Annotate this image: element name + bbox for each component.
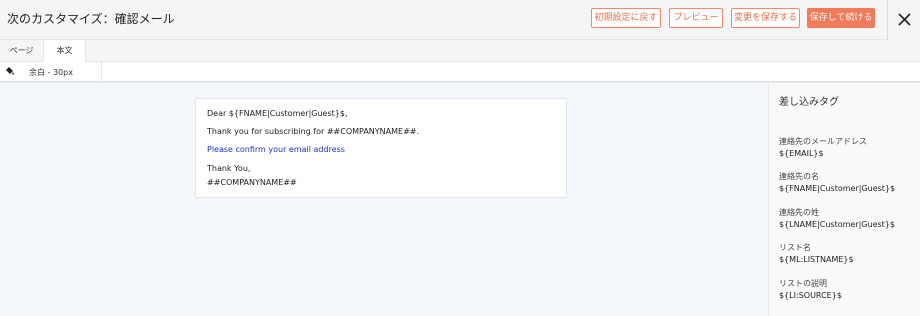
merge-tags-title: 差し込みタグ — [779, 97, 839, 108]
email-closing[interactable]: Thank You, — [207, 164, 250, 173]
preview-button[interactable]: プレビュー — [669, 8, 723, 28]
top-bar: 次のカスタマイズ：確認メール 初期設定に戻す プレビュー 変更を保存する 保存し… — [0, 0, 920, 40]
merge-tag-label: リストの説明 — [779, 279, 827, 288]
merge-tags-panel: 差し込みタグ 連絡先のメールアドレス ${EMAIL}$ 連絡先の名 ${FNA… — [768, 83, 920, 316]
merge-tag-label: 連絡先の姓 — [779, 208, 819, 217]
paint-bucket-icon[interactable] — [5, 66, 15, 76]
tab-page[interactable]: ページ — [0, 40, 43, 62]
email-body-block[interactable]: Dear ${FNAME|Customer|Guest}$, Thank you… — [195, 98, 567, 198]
editor-tabs: ページ 本文 — [0, 40, 920, 63]
page-title: 次のカスタマイズ：確認メール — [7, 12, 175, 26]
merge-tag-label: 連絡先の名 — [779, 172, 819, 181]
merge-tag-value[interactable]: ${LI:SOURCE}$ — [779, 291, 842, 300]
padding-setting[interactable]: 余白 - 30px — [29, 67, 73, 78]
close-icon — [898, 13, 911, 26]
tab-body[interactable]: 本文 — [43, 40, 86, 63]
email-thanks-line[interactable]: Thank you for subscribing for ##COMPANYN… — [207, 127, 419, 136]
merge-tag-value[interactable]: ${FNAME|Customer|Guest}$ — [779, 184, 895, 193]
merge-tag-value[interactable]: ${LNAME|Customer|Guest}$ — [779, 220, 895, 229]
divider — [101, 62, 102, 82]
email-signature[interactable]: ##COMPANYNAME## — [207, 178, 297, 187]
save-and-continue-button[interactable]: 保存して続ける — [807, 8, 875, 28]
reset-defaults-button[interactable]: 初期設定に戻す — [591, 8, 661, 28]
merge-tag-label: リスト名 — [779, 243, 811, 252]
merge-tag-value[interactable]: ${ML:LISTNAME}$ — [779, 255, 854, 264]
email-canvas: Dear ${FNAME|Customer|Guest}$, Thank you… — [0, 83, 768, 316]
close-button[interactable] — [887, 0, 920, 40]
merge-tag-label: 連絡先のメールアドレス — [779, 137, 867, 146]
properties-bar: 余白 - 30px — [0, 62, 920, 82]
merge-tag-value[interactable]: ${EMAIL}$ — [779, 149, 824, 158]
save-changes-button[interactable]: 変更を保存する — [731, 8, 800, 28]
email-greeting[interactable]: Dear ${FNAME|Customer|Guest}$, — [207, 109, 347, 118]
confirm-email-link[interactable]: Please confirm your email address — [207, 145, 345, 154]
